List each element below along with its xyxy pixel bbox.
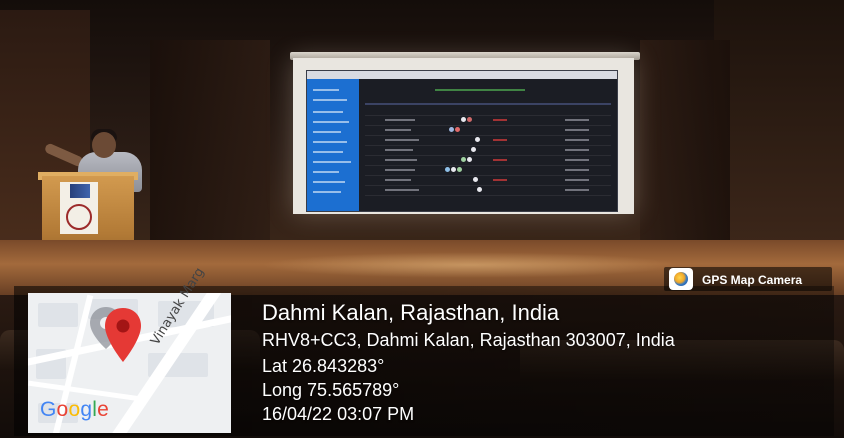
google-logo-letter: G [40, 398, 57, 421]
map-pin-icon [105, 308, 141, 362]
speaker-head [92, 132, 116, 158]
right-wall-panel [714, 0, 844, 250]
right-curtain [640, 40, 730, 250]
location-place-name: Dahmi Kalan, Rajasthan, India [262, 300, 560, 325]
gps-map-camera-label: GPS Map Camera [702, 273, 803, 287]
projected-table [365, 85, 611, 205]
location-address: RHV8+CC3, Dahmi Kalan, Rajasthan 303007,… [262, 330, 675, 350]
podium-emblem-logo [70, 184, 90, 198]
google-logo-letter: o [56, 398, 69, 421]
left-curtain [150, 40, 270, 250]
gps-map-camera-icon [669, 268, 693, 290]
projected-browser-bar [307, 71, 617, 79]
google-logo: Google [40, 398, 109, 422]
location-latitude: Lat 26.843283° [262, 356, 385, 376]
google-logo-letter: o [68, 398, 81, 421]
stage-light-reflection [260, 252, 680, 278]
projected-sidebar [307, 79, 359, 211]
projected-dashboard [306, 70, 618, 212]
location-longitude: Long 75.565789° [262, 380, 400, 400]
google-logo-letter: g [80, 398, 93, 421]
podium-emblem-seal [66, 204, 92, 230]
google-logo-letter: e [97, 398, 109, 421]
capture-datetime: 16/04/22 03:07 PM [262, 404, 415, 424]
